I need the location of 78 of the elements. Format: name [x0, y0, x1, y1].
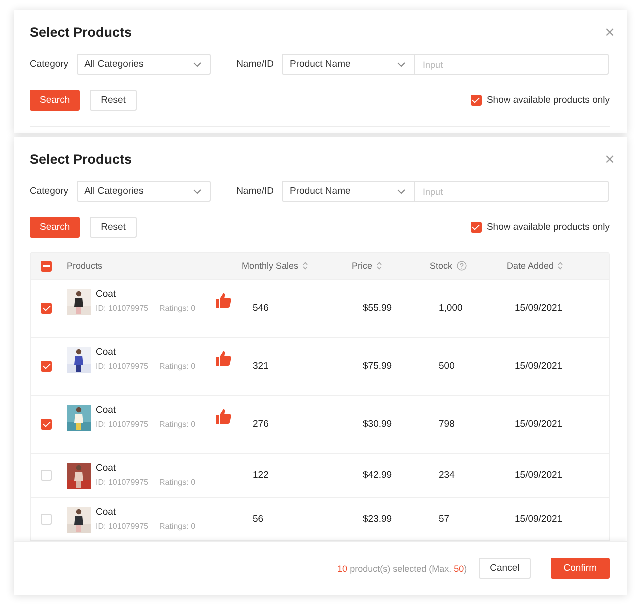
- sort-icon[interactable]: [302, 262, 308, 270]
- product-id: ID: 101079975: [96, 478, 148, 487]
- column-header: Stock: [430, 261, 453, 271]
- chevron-down-icon: [192, 188, 202, 194]
- dialog-title: Select Products: [30, 152, 132, 166]
- table-cell-text: 15/09/2021: [514, 470, 564, 481]
- table-cell-text: 15/09/2021: [514, 303, 564, 314]
- product-id: ID: 101079975: [96, 304, 148, 313]
- table-cell-text: 500: [438, 361, 456, 372]
- chevron-down-icon: [397, 188, 406, 194]
- table-cell-text: 234: [438, 470, 456, 481]
- table-cell-text: $42.99: [362, 470, 394, 481]
- category-label: Category: [30, 59, 69, 70]
- table-cell-text: 546: [252, 303, 270, 314]
- product-ratings: Ratings: 0: [160, 522, 196, 531]
- name-id-label: Name/ID: [236, 186, 274, 197]
- column-header: Date Added: [507, 261, 554, 271]
- checkbox-label: Show available products only: [486, 95, 610, 106]
- table-cell-text: $55.99: [362, 303, 394, 314]
- thumbs-up-icon: [214, 292, 232, 309]
- table-cell-text: $30.99: [362, 419, 394, 430]
- chevron-down-icon: [192, 62, 202, 68]
- thumbs-up-icon: [214, 408, 232, 425]
- product-name: Coat: [96, 347, 118, 358]
- name-id-label: Name/ID: [236, 59, 274, 70]
- search-input[interactable]: Input: [415, 181, 610, 202]
- product-id: ID: 101079975: [96, 420, 148, 429]
- select-all-checkbox[interactable]: [41, 260, 52, 272]
- checkbox-label: Show available products only: [486, 222, 610, 233]
- selection-summary: 10 product(s) selected (Max. 50): [338, 564, 468, 574]
- table-cell-text: 15/09/2021: [514, 419, 564, 430]
- table-cell-text: 122: [252, 470, 270, 481]
- product-id: ID: 101079975: [96, 362, 148, 371]
- table-cell-text: $23.99: [362, 514, 394, 525]
- name-type-select[interactable]: Product Name: [282, 54, 416, 75]
- checkbox[interactable]: [470, 95, 482, 106]
- confirm-button[interactable]: Confirm: [550, 558, 610, 579]
- product-ratings: Ratings: 0: [160, 478, 196, 487]
- search-button[interactable]: Search: [30, 90, 80, 111]
- table-cell-text: 15/09/2021: [514, 514, 564, 525]
- category-select[interactable]: All Categories: [76, 181, 211, 202]
- product-name: Coat: [96, 405, 118, 416]
- table-cell-text: 321: [252, 361, 270, 372]
- row-checkbox[interactable]: [41, 419, 52, 430]
- category-select[interactable]: All Categories: [76, 54, 211, 75]
- column-header: Products: [67, 261, 103, 271]
- column-header: Price: [352, 261, 373, 271]
- table-cell-text: 56: [252, 514, 265, 525]
- reset-button[interactable]: Reset: [90, 217, 137, 238]
- checkbox[interactable]: [470, 222, 482, 233]
- table-cell-text: 1,000: [438, 303, 464, 314]
- table-cell-text: 15/09/2021: [514, 361, 564, 372]
- product-ratings: Ratings: 0: [160, 420, 196, 429]
- thumbs-up-icon: [214, 350, 232, 367]
- product-id: ID: 101079975: [96, 522, 148, 531]
- row-checkbox[interactable]: [41, 303, 52, 314]
- product-ratings: Ratings: 0: [160, 362, 196, 371]
- product-name: Coat: [96, 289, 118, 300]
- dialog-title: Select Products: [30, 24, 132, 40]
- category-label: Category: [30, 186, 69, 197]
- product-ratings: Ratings: 0: [160, 304, 196, 313]
- table-cell-text: $75.99: [362, 361, 394, 372]
- table-cell-text: 57: [438, 514, 451, 525]
- product-name: Coat: [96, 507, 118, 518]
- search-button[interactable]: Search: [30, 217, 80, 238]
- table-cell-text: 798: [438, 419, 456, 430]
- search-input[interactable]: Input: [415, 54, 610, 75]
- help-icon[interactable]: [456, 261, 467, 271]
- cancel-button[interactable]: Cancel: [479, 558, 531, 579]
- sort-icon[interactable]: [558, 262, 564, 270]
- chevron-down-icon: [397, 62, 406, 68]
- product-name: Coat: [96, 463, 118, 474]
- table-cell-text: 276: [252, 419, 270, 430]
- row-checkbox[interactable]: [41, 361, 52, 372]
- sort-icon[interactable]: [376, 262, 382, 270]
- name-type-select[interactable]: Product Name: [282, 181, 416, 202]
- column-header: Monthly Sales: [242, 261, 299, 271]
- reset-button[interactable]: Reset: [90, 90, 137, 111]
